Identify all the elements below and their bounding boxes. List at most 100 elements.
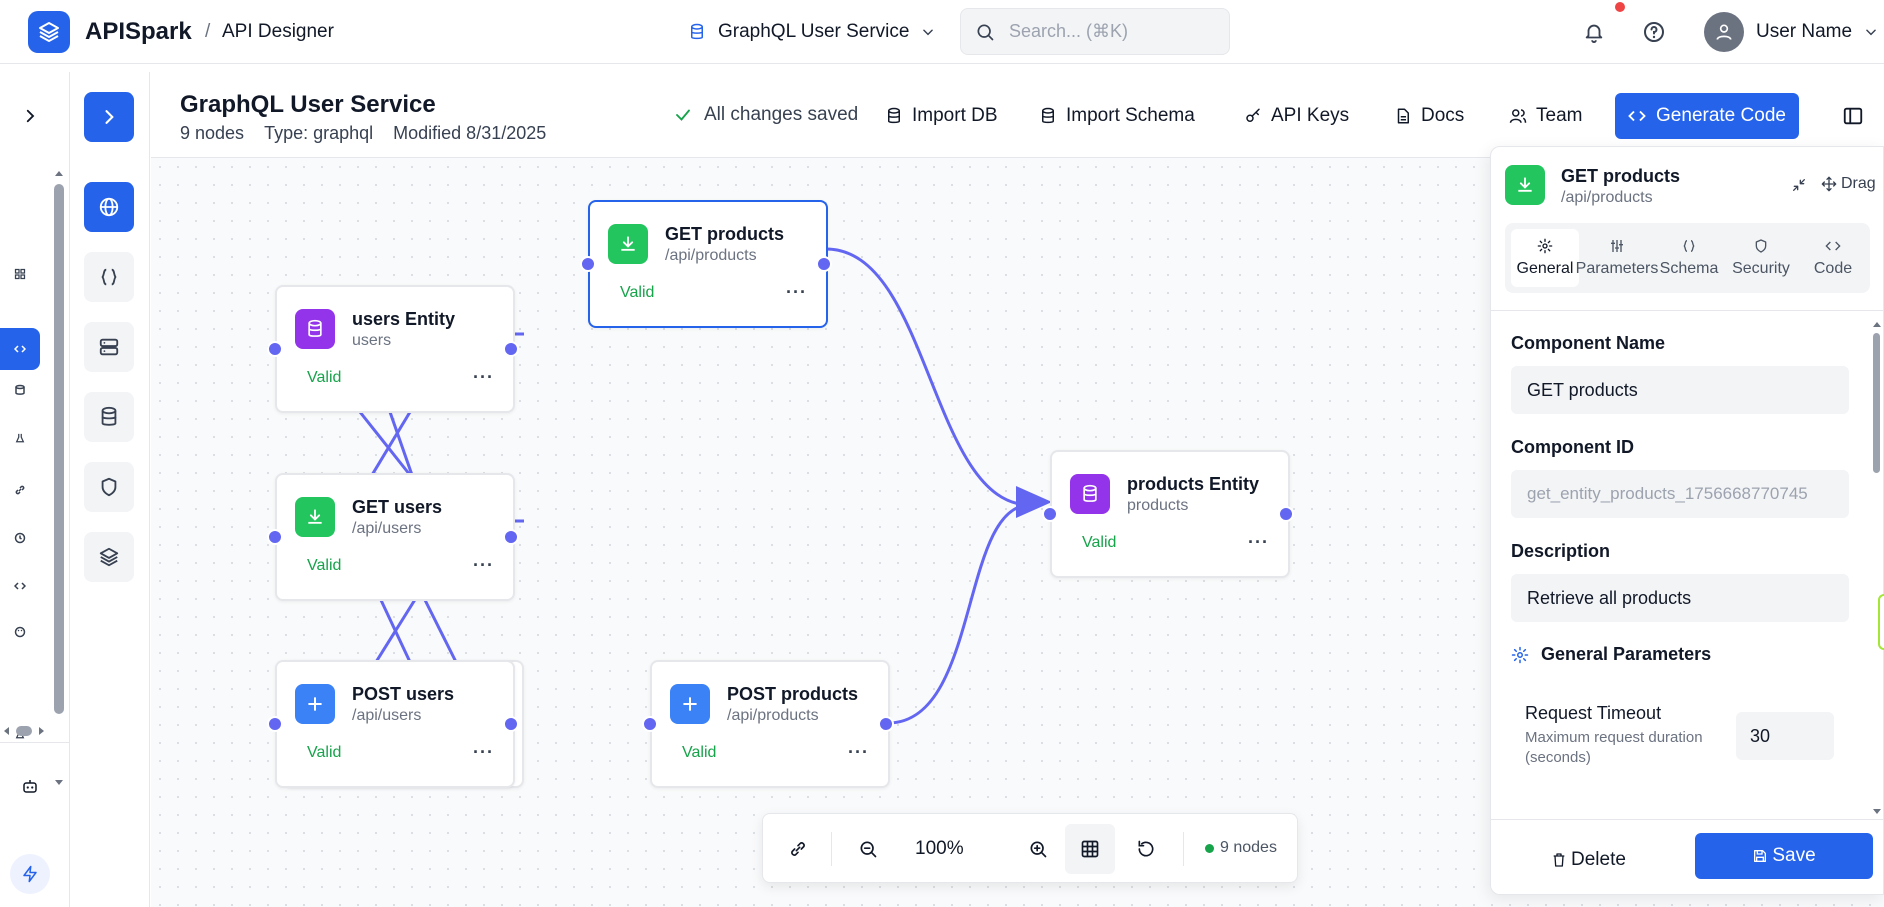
- toggle-grid-button[interactable]: [1065, 824, 1115, 874]
- divider: [0, 742, 70, 743]
- zoom-out-button[interactable]: [847, 828, 889, 870]
- panel-drag-handle[interactable]: Drag: [1821, 175, 1876, 193]
- layers-icon: [39, 22, 59, 42]
- node-get-products[interactable]: GET products /api/products Valid ···: [580, 200, 832, 328]
- sidebar-item-history[interactable]: [8, 526, 32, 550]
- global-search[interactable]: [960, 8, 1230, 55]
- breadcrumb-api-designer[interactable]: API Designer: [222, 21, 334, 43]
- move-icon: [1821, 176, 1837, 192]
- quick-actions-button[interactable]: [10, 854, 50, 894]
- edge-drawer-tab[interactable]: [1878, 594, 1884, 650]
- node-products-entity[interactable]: products Entity products Valid ···: [1042, 450, 1294, 578]
- node-input-handle[interactable]: [1042, 506, 1058, 522]
- tab-security[interactable]: Security: [1727, 229, 1795, 287]
- node-more-button[interactable]: ···: [473, 742, 494, 763]
- component-id-input[interactable]: [1511, 470, 1849, 518]
- scrollbar-thumb[interactable]: [54, 184, 64, 714]
- save-button[interactable]: Save: [1695, 833, 1873, 879]
- request-timeout-label: Request Timeout: [1525, 703, 1662, 723]
- palette-item-endpoint[interactable]: [84, 182, 134, 232]
- tab-parameters[interactable]: Parameters: [1576, 229, 1658, 287]
- node-input-handle[interactable]: [267, 716, 283, 732]
- mini-sidebar-scrollbar[interactable]: [54, 168, 64, 785]
- trash-icon: [1553, 853, 1565, 867]
- sidebar-item-data[interactable]: [8, 378, 32, 402]
- palette-item-security[interactable]: [84, 462, 134, 512]
- code-icon: [1825, 241, 1841, 251]
- palette-item-schema[interactable]: [84, 252, 134, 302]
- delete-button[interactable]: Delete: [1551, 842, 1626, 878]
- node-output-handle[interactable]: [816, 256, 832, 272]
- node-users-entity[interactable]: users Entity users Valid ···: [267, 285, 519, 413]
- team-button[interactable]: Team: [1495, 94, 1596, 138]
- server-icon: [99, 338, 119, 356]
- tab-general[interactable]: General: [1511, 229, 1579, 287]
- sidebar-item-dashboard[interactable]: [8, 262, 32, 286]
- node-more-button[interactable]: ···: [473, 555, 494, 576]
- palette-item-server[interactable]: [84, 322, 134, 372]
- sidebar-item-api-designer[interactable]: [0, 328, 40, 370]
- palette-icon: [14, 626, 26, 638]
- sidebar-item-tests[interactable]: [8, 426, 32, 450]
- tab-schema[interactable]: Schema: [1655, 229, 1723, 287]
- sidebar-expand-button[interactable]: [18, 104, 42, 128]
- generate-code-button[interactable]: Generate Code: [1615, 93, 1799, 139]
- hscroll-thumb[interactable]: [16, 726, 32, 736]
- palette-item-database[interactable]: [84, 392, 134, 442]
- node-input-handle[interactable]: [642, 716, 658, 732]
- node-output-handle[interactable]: [503, 341, 519, 357]
- node-input-handle[interactable]: [580, 256, 596, 272]
- node-get-users[interactable]: GET users /api/users Valid ···: [267, 473, 519, 601]
- node-input-handle[interactable]: [267, 529, 283, 545]
- node-title: POST products: [727, 684, 859, 704]
- node-status: Valid: [1082, 534, 1117, 551]
- node-more-button[interactable]: ···: [848, 742, 869, 763]
- node-output-handle[interactable]: [1278, 506, 1294, 522]
- notifications-button[interactable]: [1580, 18, 1608, 46]
- user-icon: [1716, 24, 1732, 40]
- docs-button[interactable]: Docs: [1380, 94, 1478, 138]
- node-input-handle[interactable]: [267, 341, 283, 357]
- sidebar-item-code[interactable]: [8, 574, 32, 598]
- tab-code[interactable]: Code: [1799, 229, 1867, 287]
- panel-scrollbar[interactable]: [1871, 319, 1881, 819]
- api-keys-button[interactable]: API Keys: [1230, 94, 1363, 138]
- help-button[interactable]: [1640, 18, 1668, 46]
- bot-icon: [23, 780, 37, 793]
- service-selector[interactable]: GraphQL User Service: [688, 18, 935, 46]
- reset-view-button[interactable]: [1125, 828, 1167, 870]
- zoom-in-button[interactable]: [1017, 828, 1059, 870]
- brand-name[interactable]: APISpark: [85, 18, 192, 46]
- import-schema-button[interactable]: Import Schema: [1025, 94, 1209, 138]
- app-logo[interactable]: [28, 11, 70, 53]
- panel-toggle-button[interactable]: [1841, 104, 1865, 128]
- search-input[interactable]: [1009, 21, 1209, 42]
- import-db-button[interactable]: Import DB: [871, 94, 1012, 138]
- node-output-handle[interactable]: [878, 716, 894, 732]
- node-output-handle[interactable]: [503, 716, 519, 732]
- copy-link-button[interactable]: [777, 828, 819, 870]
- scroll-left-icon: [4, 727, 9, 735]
- user-menu[interactable]: User Name: [1704, 12, 1878, 52]
- panel-minimize-button[interactable]: [1789, 175, 1809, 195]
- mini-sidebar-hscroll[interactable]: [0, 724, 54, 738]
- scrollbar-thumb[interactable]: [1873, 333, 1880, 473]
- sidebar-item-themes[interactable]: [8, 620, 32, 644]
- palette-item-layers[interactable]: [84, 532, 134, 582]
- sidebar-item-links[interactable]: [8, 478, 32, 502]
- node-output-handle[interactable]: [503, 529, 519, 545]
- node-subtitle: /api/users: [352, 707, 422, 724]
- canvas-toolbar: 100% 9 nodes: [762, 813, 1298, 883]
- assistant-button[interactable]: [18, 774, 42, 798]
- node-post-products[interactable]: POST products /api/products Valid ···: [642, 660, 894, 788]
- palette-expand-button[interactable]: [84, 92, 134, 142]
- component-name-input[interactable]: [1511, 366, 1849, 414]
- sliders-icon: [1611, 240, 1623, 252]
- node-more-button[interactable]: ···: [786, 282, 807, 303]
- description-input[interactable]: [1511, 574, 1849, 622]
- node-more-button[interactable]: ···: [1248, 532, 1269, 553]
- node-more-button[interactable]: ···: [473, 367, 494, 388]
- request-timeout-input[interactable]: [1736, 712, 1834, 760]
- node-status: Valid: [307, 369, 342, 386]
- node-post-users[interactable]: POST users /api/users Valid ···: [267, 660, 519, 788]
